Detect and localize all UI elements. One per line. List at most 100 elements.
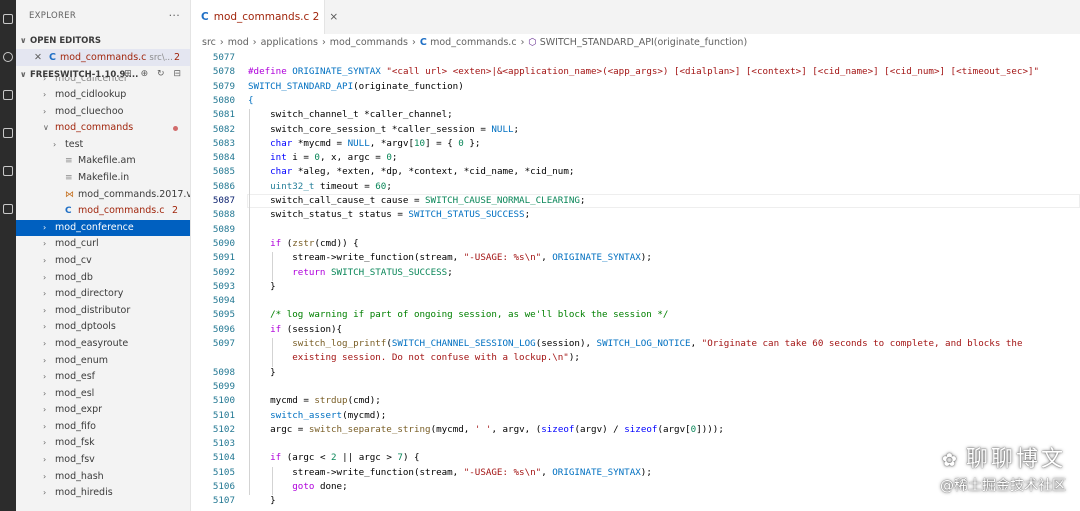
tree-item[interactable]: › mod_expr <box>16 402 190 419</box>
run-debug-icon[interactable] <box>3 128 13 138</box>
breadcrumb-item[interactable]: src <box>202 37 216 48</box>
code-line[interactable]: if (argc < 2 || argc > 7) { <box>248 452 419 463</box>
chevron-right-icon: › <box>43 222 47 232</box>
chevron-right-icon: › <box>43 305 47 315</box>
code-line[interactable]: int i = 0, x, argc = 0; <box>248 152 397 163</box>
tree-item[interactable]: ≡ Makefile.am <box>16 153 190 170</box>
tree-item-label: mod_fifo <box>55 420 96 432</box>
tree-item[interactable]: › mod_db <box>16 270 190 287</box>
line-number: 5105 <box>212 466 235 478</box>
line-number: 5102 <box>212 423 235 435</box>
vcxproj-file-icon: ⋈ <box>65 189 74 200</box>
code-line[interactable]: stream->write_function(stream, "-USAGE: … <box>248 252 652 263</box>
breadcrumb-item[interactable]: mod_commands <box>330 37 408 48</box>
chevron-right-icon: › <box>252 37 257 48</box>
tree-item[interactable]: ∨ mod_commands <box>16 120 190 137</box>
code-line[interactable]: if (session){ <box>248 324 342 335</box>
tree-item[interactable]: › mod_cidlookup <box>16 87 190 104</box>
chevron-down-icon: ∨ <box>20 36 27 45</box>
code-line[interactable]: /* log warning if part of ongoing sessio… <box>248 309 668 320</box>
more-actions-icon[interactable]: ··· <box>169 0 180 32</box>
code-line[interactable]: } <box>248 495 276 506</box>
tree-item-label: mod_callcenter <box>55 77 128 84</box>
tree-item[interactable]: › mod_cluechoo <box>16 104 190 121</box>
code-line[interactable]: uint32_t timeout = 60; <box>248 181 392 192</box>
code-line[interactable]: { <box>248 95 254 106</box>
code-line[interactable]: switch_log_printf(SWITCH_CHANNEL_SESSION… <box>248 338 1022 349</box>
tree-item[interactable]: › mod_distributor <box>16 303 190 320</box>
explorer-icon[interactable] <box>3 14 13 24</box>
code-line[interactable]: if (zstr(cmd)) { <box>248 238 359 249</box>
breadcrumb-item[interactable]: applications <box>261 37 318 48</box>
tree-item[interactable]: › mod_fsk <box>16 435 190 452</box>
tree-item-label: mod_enum <box>55 354 108 366</box>
code-line[interactable]: } <box>248 367 276 378</box>
code-line[interactable]: switch_call_cause_t cause = SWITCH_CAUSE… <box>248 195 585 206</box>
tree-item[interactable]: › mod_dptools <box>16 319 190 336</box>
tree-item[interactable]: › mod_esf <box>16 369 190 386</box>
tree-item[interactable]: › mod_hiredis <box>16 485 190 502</box>
tree-item[interactable]: › mod_fifo <box>16 419 190 436</box>
open-editor-item[interactable]: ✕ Cmod_commands.c src\... 2 <box>16 49 190 66</box>
line-number: 5084 <box>212 152 235 164</box>
tree-item[interactable]: › mod_directory <box>16 286 190 303</box>
tree-item[interactable]: › mod_easyroute <box>16 336 190 353</box>
code-line[interactable]: existing session. Do not confuse with a … <box>248 352 580 363</box>
explorer-title: EXPLORER ··· <box>16 0 190 32</box>
code-line[interactable]: mycmd = strdup(cmd); <box>248 395 381 406</box>
chevron-right-icon: › <box>43 322 47 332</box>
line-number: 5079 <box>212 80 235 92</box>
tree-item-label: mod_db <box>55 271 93 283</box>
open-editors-section[interactable]: ∨ OPEN EDITORS <box>16 32 190 49</box>
tree-item-label: mod_esl <box>55 387 95 399</box>
tab-problem-badge: 2 <box>312 11 320 23</box>
code-line[interactable]: char *aleg, *exten, *dp, *context, *cid_… <box>248 166 574 177</box>
line-number: 5082 <box>212 123 235 135</box>
tree-item[interactable]: › mod_cv <box>16 253 190 270</box>
tree-item[interactable]: ≡ Makefile.in <box>16 170 190 187</box>
breadcrumb-item[interactable]: SWITCH_STANDARD_API(originate_function) <box>540 37 747 48</box>
extensions-icon[interactable] <box>3 166 13 176</box>
c-file-icon: C <box>419 37 431 48</box>
line-number: 5101 <box>212 409 235 421</box>
code-line[interactable]: return SWITCH_STATUS_SUCCESS; <box>248 267 452 278</box>
modified-dot-icon <box>173 126 178 132</box>
code-line[interactable]: switch_assert(mycmd); <box>248 410 386 421</box>
close-icon[interactable]: ✕ <box>34 52 42 63</box>
tree-item-label: mod_esf <box>55 371 95 383</box>
breadcrumb-item[interactable]: mod <box>228 37 249 48</box>
watermark: ✿ 聊聊博文 @稀土掘金技术社区 <box>940 441 1066 495</box>
code-line[interactable]: char *mycmd = NULL, *argv[10] = { 0 }; <box>248 138 480 149</box>
tab-mod-commands[interactable]: Cmod_commands.c 2 × <box>191 0 338 34</box>
chevron-right-icon: › <box>43 272 47 282</box>
code-line[interactable]: SWITCH_STANDARD_API(originate_function) <box>248 81 464 92</box>
chevron-right-icon: › <box>43 471 47 481</box>
tree-item[interactable]: › mod_enum <box>16 353 190 370</box>
code-line[interactable]: switch_channel_t *caller_channel; <box>248 109 453 120</box>
chevron-right-icon: › <box>43 255 47 265</box>
search-icon[interactable] <box>3 52 13 62</box>
tree-item[interactable]: › mod_curl <box>16 236 190 253</box>
close-icon[interactable]: × <box>329 11 338 23</box>
breadcrumb-item[interactable]: mod_commands.c <box>430 37 516 48</box>
source-control-icon[interactable] <box>3 90 13 100</box>
indent-guide <box>272 338 273 367</box>
tree-item[interactable]: › mod_fsv <box>16 452 190 469</box>
tree-item[interactable]: › mod_hash <box>16 469 190 486</box>
tree-item[interactable]: Cmod_commands.c 2 <box>16 203 190 220</box>
watermark-subtitle: @稀土掘金技术社区 <box>940 478 1066 494</box>
tree-item[interactable]: › mod_callcenter <box>16 77 190 87</box>
tree-item[interactable]: › mod_conference <box>16 219 190 237</box>
tree-item[interactable]: ⋈ mod_commands.2017.vcxp... <box>16 187 190 204</box>
code-line[interactable]: switch_core_session_t *caller_session = … <box>248 124 519 135</box>
code-line[interactable]: argc = switch_separate_string(mycmd, ' '… <box>248 424 724 435</box>
explorer-title-label: EXPLORER <box>29 11 77 21</box>
code-line[interactable]: switch_status_t status = SWITCH_STATUS_S… <box>248 209 530 220</box>
remote-icon[interactable] <box>3 204 13 214</box>
code-line[interactable]: } <box>248 281 276 292</box>
tree-item[interactable]: › mod_esl <box>16 386 190 403</box>
tree-item[interactable]: › test <box>16 137 190 154</box>
code-line[interactable]: stream->write_function(stream, "-USAGE: … <box>248 467 652 478</box>
code-line[interactable]: goto done; <box>248 481 347 492</box>
code-line[interactable]: #define ORIGINATE_SYNTAX "<call url> <ex… <box>248 66 1039 77</box>
